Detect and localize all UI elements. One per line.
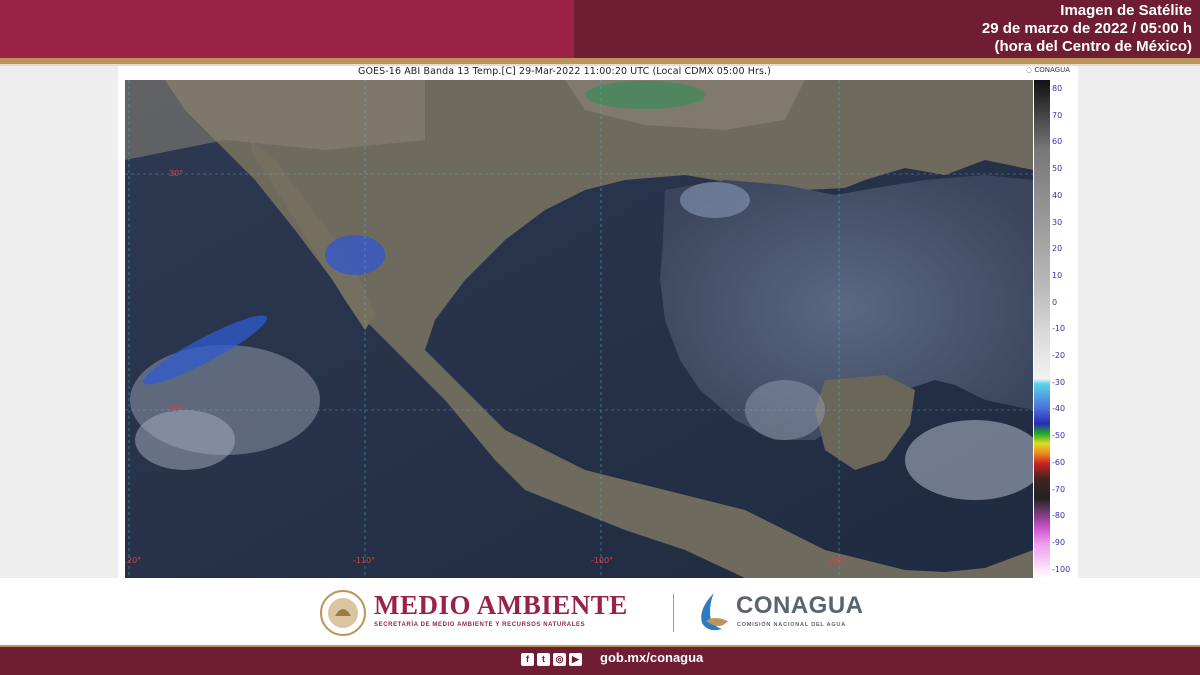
satellite-image: -120° -110° -100° -90° 30° 20° xyxy=(125,80,1033,578)
satellite-map: -120° -110° -100° -90° 30° 20° xyxy=(125,80,1033,578)
cloud-gulf-nw xyxy=(680,182,750,218)
temperature-colorbar xyxy=(1034,80,1050,578)
image-caption: GOES-16 ABI Banda 13 Temp.[C] 29-Mar-202… xyxy=(358,66,771,77)
brand-medio-ambiente: MEDIO AMBIENTE xyxy=(374,590,628,620)
colorbar-tick-label: -80 xyxy=(1052,511,1066,521)
colorbar-tick-label: -10 xyxy=(1052,324,1066,334)
youtube-icon[interactable]: ▶ xyxy=(569,653,582,666)
colorbar-ticks: 80 70 60 50 40 30 20 10 0 -10 -20 -30 -40 -50 -60 -70 -8… xyxy=(1052,80,1076,578)
title-line-1: Imagen de Satélite xyxy=(1060,2,1192,19)
cloud-north xyxy=(585,81,705,109)
lon-label-110: -110° xyxy=(353,556,375,565)
colorbar-tick-label: 10 xyxy=(1052,270,1063,280)
colorbar-tick-label: 60 xyxy=(1052,137,1063,147)
footer-url-link[interactable]: gob.mx/conagua xyxy=(600,650,703,665)
lon-label-90: -90° xyxy=(829,556,846,565)
colorbar-tick-label: 40 xyxy=(1052,190,1063,200)
social-icons: f t ◎ ▶ xyxy=(521,653,582,666)
twitter-icon[interactable]: t xyxy=(537,653,550,666)
brand-medio-ambiente-sub: SECRETARÍA DE MEDIO AMBIENTE Y RECURSOS … xyxy=(374,622,586,628)
title-line-3: (hora del Centro de México) xyxy=(994,38,1192,55)
logo-divider xyxy=(673,594,674,632)
lon-label-120: -120° xyxy=(125,556,141,565)
colorbar-tick-label: 70 xyxy=(1052,110,1063,120)
instagram-icon[interactable]: ◎ xyxy=(553,653,566,666)
colorbar-tick-label: -90 xyxy=(1052,537,1066,547)
colorbar-tick-label: 0 xyxy=(1052,297,1058,307)
colorbar-tick-label: -60 xyxy=(1052,457,1066,467)
cloud-pacific-2 xyxy=(135,410,235,470)
colorbar-tick-label: 50 xyxy=(1052,164,1063,174)
colorbar-tick-label: -50 xyxy=(1052,431,1066,441)
mini-conagua-logo: ◌ CONAGUA xyxy=(1026,66,1070,74)
mini-logo-text: CONAGUA xyxy=(1034,66,1070,74)
colorbar-tick-label: -100 xyxy=(1052,564,1071,574)
conagua-logo-icon xyxy=(701,593,728,631)
lon-label-100: -100° xyxy=(591,556,613,565)
colorbar-tick-label: -40 xyxy=(1052,404,1066,414)
colorbar-tick-label: -30 xyxy=(1052,377,1066,387)
lat-label-30: 30° xyxy=(169,169,183,178)
title-line-2: 29 de marzo de 2022 / 05:00 h xyxy=(981,20,1192,37)
colorbar-tick-label: 20 xyxy=(1052,244,1063,254)
mexico-seal-icon xyxy=(320,590,366,636)
colorbar-tick-label: 80 xyxy=(1052,84,1063,93)
cloud-gulf-california xyxy=(325,235,385,275)
colorbar-tick-label: 30 xyxy=(1052,217,1063,227)
colorbar-tick-label: -20 xyxy=(1052,351,1066,360)
facebook-icon[interactable]: f xyxy=(521,653,534,666)
colorbar-tick-label: -70 xyxy=(1052,484,1066,494)
lat-label-20: 20° xyxy=(169,405,183,414)
brand-conagua-sub: COMISIÓN NACIONAL DEL AGUA xyxy=(737,622,847,628)
brand-conagua: CONAGUA xyxy=(736,592,864,619)
page-title: Imagen de Satélite 29 de marzo de 2022 /… xyxy=(982,2,1192,56)
